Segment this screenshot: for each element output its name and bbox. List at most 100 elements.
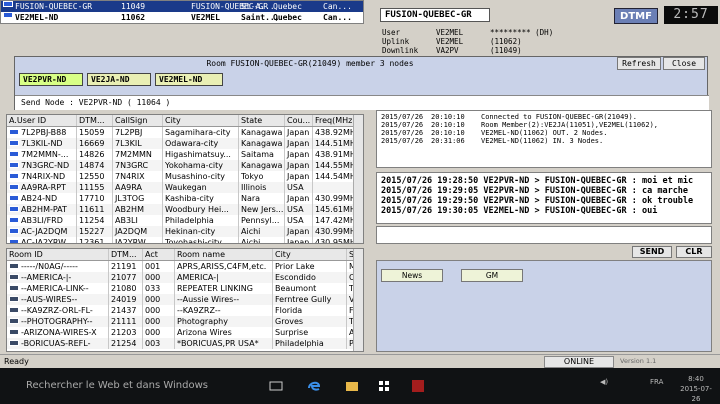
table-row[interactable]: AB2HM-PAT 11611 AB2HM Woodbury Hei... New Je… xyxy=(7,204,363,215)
member-node[interactable]: VE2MEL-ND xyxy=(155,73,223,86)
table-row[interactable]: --AUS-WIRES-- 24019 000 --Aussie Wires-- Fer… xyxy=(7,294,363,305)
chat-input[interactable] xyxy=(376,226,712,244)
table-cell: USA xyxy=(285,215,313,226)
table-cell: 21437 xyxy=(109,305,143,316)
table-cell: 7N4RIX-ND xyxy=(19,171,77,182)
send-node-field: Send Node : VE2PVR-ND ( 11064 ) xyxy=(15,95,709,110)
close-button[interactable]: Close xyxy=(663,57,705,70)
clear-button[interactable]: CLR xyxy=(676,246,712,258)
table-cell: 144.51MH xyxy=(315,138,355,149)
connected-node-field: FUSION-QUEBEC-GR xyxy=(380,8,490,22)
table-cell: Woodbury Hei... xyxy=(163,204,239,215)
chat-line: 2015/07/26 19:29:50 VE2PVR-ND > FUSION-Q… xyxy=(381,196,694,206)
table-cell: AC-JA2YRW xyxy=(19,237,77,243)
log-field: VE2MEL-ND(11062) IN. 3 Nodes. xyxy=(481,137,604,145)
col-header[interactable]: Room ID xyxy=(7,249,109,260)
table-cell: AB3LI/FRD xyxy=(19,215,77,226)
member-node[interactable]: VE2PVR-ND xyxy=(19,73,83,86)
log-field: 20:31:06 xyxy=(431,137,465,145)
table-row[interactable]: --KA9ZRZ-ORL-FL- 21437 000 --KA9ZRZ-- Florid… xyxy=(7,305,363,316)
dtmf-button[interactable]: DTMF xyxy=(614,8,658,24)
table-cell: 430.99MH xyxy=(315,226,355,237)
table-row[interactable]: 7N4RIX-ND 12550 7N4RIX Musashino-city Tokyo J… xyxy=(7,171,363,182)
task-view-icon[interactable] xyxy=(268,378,284,394)
refresh-button[interactable]: Refresh xyxy=(617,57,661,70)
tray-clock[interactable]: 8:40 2015-07-26 xyxy=(676,374,716,404)
table-cell: Japan xyxy=(285,127,313,138)
file-explorer-icon[interactable] xyxy=(344,378,360,394)
table-row[interactable]: AC-JA2DQM 15227 JA2DQM Hekinan-city Aichi Jap… xyxy=(7,226,363,237)
vertical-scrollbar[interactable] xyxy=(353,115,363,243)
table-cell: Escondido xyxy=(273,272,347,283)
col-header[interactable]: CallSign xyxy=(113,115,163,126)
table-cell: --AMERICA-|- xyxy=(19,272,109,283)
table-row[interactable]: AA9RA-RPT 11155 AA9RA Waukegan Illinois USA xyxy=(7,182,363,193)
table-cell: 438.92MH xyxy=(315,127,355,138)
table-cell: AA9RA-RPT xyxy=(19,182,77,193)
table-row[interactable]: --PHOTOGRAPHY-- 21111 000 Photography Groves… xyxy=(7,316,363,327)
taskbar-search[interactable]: Rechercher le Web et dans Windows xyxy=(26,376,266,396)
list-item[interactable]: FUSION-QUEBEC-GR 11049 FUSION-QUEBEC-GR … xyxy=(1,1,363,12)
table-cell: 21080 xyxy=(109,283,143,294)
member-node[interactable]: VE2JA-ND xyxy=(87,73,151,86)
col-header[interactable]: State xyxy=(239,115,285,126)
table-cell: AMERICA-| xyxy=(175,272,273,283)
list-item[interactable]: VE2MEL-ND 11062 VE2MEL Saint... Quebec C… xyxy=(1,12,363,23)
wires-x-app-icon[interactable] xyxy=(410,378,426,394)
table-row[interactable]: 7N3GRC-ND 14874 7N3GRC Yokohama-city Kanagaw… xyxy=(7,160,363,171)
col-header[interactable]: DTM... xyxy=(109,249,143,260)
news-button[interactable]: News xyxy=(381,269,443,282)
table-cell: Hekinan-city xyxy=(163,226,239,237)
table-cell xyxy=(313,182,355,193)
table-cell: 21111 xyxy=(109,316,143,327)
status-bar: Ready ONLINE Version 1.1 xyxy=(0,354,720,368)
col-header[interactable]: Act xyxy=(143,249,175,260)
table-row[interactable]: --AMERICA-LINK-- 21080 033 REPEATER LINKING… xyxy=(7,283,363,294)
table-cell: Higashimatsuy... xyxy=(163,149,239,160)
table-row[interactable]: -----/N0AG/----- 21191 001 APRS,ARISS,C4FM,… xyxy=(7,261,363,272)
table-row[interactable]: 7L2PBJ-B88 15059 7L2PBJ Sagamihara-city Kana… xyxy=(7,127,363,138)
log-field: 2015/07/26 xyxy=(381,129,424,137)
table-cell: Sagamihara-city xyxy=(163,127,239,138)
col-header[interactable]: City xyxy=(273,249,347,260)
store-icon[interactable] xyxy=(376,378,392,394)
table-cell: AC-JA2DQM xyxy=(19,226,77,237)
table-row[interactable]: AB24-ND 17710 JL3TOG Kashiba-city Nara Japan 4… xyxy=(7,193,363,204)
table-row[interactable]: -BORICUAS-REFL- 21254 003 *BORICUAS,PR USA*… xyxy=(7,338,363,349)
speaker-icon[interactable]: ◀) xyxy=(600,378,608,386)
table-cell: Odawara-city xyxy=(163,138,239,149)
chat-line: 2015/07/26 19:28:50 VE2PVR-ND > FUSION-Q… xyxy=(381,176,694,186)
table-row[interactable]: 7M2MMN-... 14826 7M2MMN Higashimatsuy... Sai… xyxy=(7,149,363,160)
vertical-scrollbar[interactable] xyxy=(353,249,363,351)
table-row[interactable]: -ARIZONA-WIRES-X 21203 000 Arizona Wires Sur… xyxy=(7,327,363,338)
table-cell: Yokohama-city xyxy=(163,160,239,171)
log-field: 2015/07/26 xyxy=(381,113,424,121)
language-indicator[interactable]: FRA xyxy=(650,378,663,386)
table-cell: AA9RA xyxy=(113,182,163,193)
table-cell: Groves xyxy=(273,316,347,327)
send-button[interactable]: SEND xyxy=(632,246,672,258)
flag-icon xyxy=(9,217,19,223)
gm-button[interactable]: GM xyxy=(461,269,523,282)
log-field: 2015/07/26 xyxy=(381,137,424,145)
table-cell: Prior Lake xyxy=(273,261,347,272)
table-cell: -BORICUAS-REFL- xyxy=(19,338,109,349)
log-field: Room Member(2):VE2JA(11051),VE2MEL(11062… xyxy=(481,121,659,129)
col-header[interactable]: DTM... xyxy=(77,115,113,126)
col-header[interactable]: City xyxy=(163,115,239,126)
table-cell: 11155 xyxy=(77,182,113,193)
table-cell: --KA9ZRZ-- xyxy=(175,305,273,316)
table-row[interactable]: AC-JA2YRW 12361 JA2YRW Toyohashi-city Aichi J… xyxy=(7,237,363,243)
col-header[interactable]: Room name xyxy=(175,249,273,260)
log-line: 2015/07/26 20:31:06 VE2MEL-ND(11062) IN. 3… xyxy=(381,137,707,145)
table-row[interactable]: AB3LI/FRD 11254 AB3LI Philadelphia Pennsyl..… xyxy=(7,215,363,226)
table-cell: AB3LI xyxy=(113,215,163,226)
col-header[interactable]: A.User ID xyxy=(7,115,77,126)
table-row[interactable]: --AMERICA-|-21077000AMERICA-|EscondidoCa xyxy=(7,272,363,283)
col-header[interactable]: Freq(MHz xyxy=(313,115,355,126)
table-row[interactable]: 7L3KIL-ND 16669 7L3KIL Odawara-city Kanagawa… xyxy=(7,138,363,149)
table-cell: JA2YRW xyxy=(113,237,163,243)
col-header[interactable]: Cou... xyxy=(285,115,313,126)
log-field: Connected to FUSION-QUEBEC-GR(21049). xyxy=(481,113,637,121)
edge-icon[interactable] xyxy=(306,378,322,394)
